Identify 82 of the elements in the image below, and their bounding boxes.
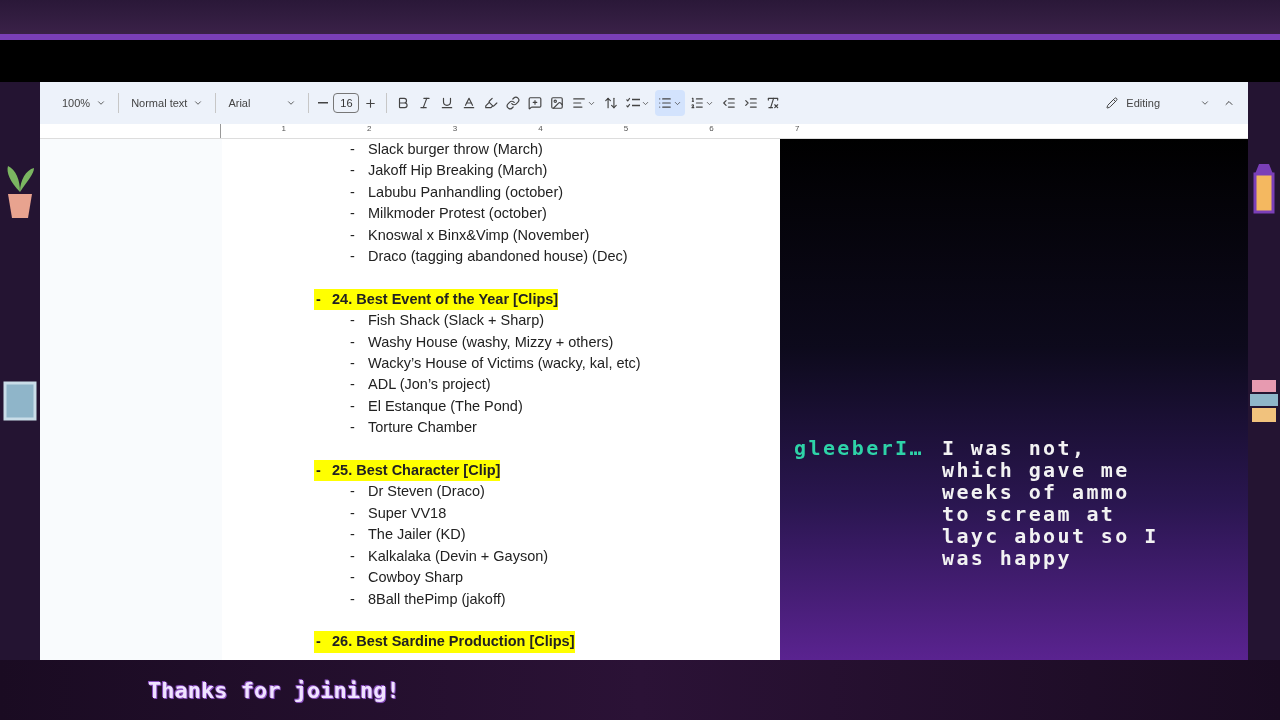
list-item: Milkmoder Protest (october)	[368, 204, 547, 224]
list-dash: -	[350, 204, 356, 224]
ruler-number: 5	[623, 124, 629, 135]
ruler-number: 3	[452, 124, 458, 135]
list-dash: -	[350, 354, 356, 374]
minus-icon	[318, 102, 329, 104]
style-dropdown[interactable]: Normal text	[125, 93, 210, 113]
link-icon	[506, 96, 521, 110]
highlight-icon	[484, 96, 499, 110]
list-dash: -	[350, 161, 356, 181]
banner-text: Thanks for joining!	[148, 677, 400, 703]
text-color-icon	[462, 96, 477, 110]
list-dash: -	[350, 482, 356, 502]
list-item: Fish Shack (Slack + Sharp)	[368, 311, 545, 331]
list-item: Slack burger throw (March)	[368, 140, 543, 159]
indent-increase-icon	[744, 96, 759, 110]
ruler-number: 1	[281, 124, 286, 135]
list-dash: -	[350, 396, 356, 416]
category-heading: 25. Best Character [Clip]	[332, 460, 501, 482]
ruler-number: 2	[367, 124, 372, 135]
bullet-list-icon	[658, 96, 673, 110]
caret-icon	[96, 98, 107, 108]
ruler-number: 7	[794, 124, 800, 135]
list-dash: -	[350, 247, 356, 267]
plus-icon	[364, 96, 378, 110]
list-item: Wacky’s House of Victims (wacky, kal, etc)	[368, 354, 641, 374]
caret-icon	[1200, 98, 1210, 108]
list-dash: -	[350, 332, 356, 352]
category-heading: 26. Best Sardine Production [Clips]	[332, 631, 575, 653]
list-dash: -	[350, 503, 356, 523]
list-item: 8Ball thePimp (jakoff)	[368, 589, 506, 609]
list-item: Super VV18	[368, 503, 447, 523]
indent-decrease-icon	[722, 96, 737, 110]
numbered-list-icon	[690, 96, 705, 110]
list-item: Labubu Panhandling (october)	[368, 182, 564, 202]
underline-icon	[440, 96, 455, 110]
ruler-number: 4	[538, 124, 543, 135]
list-item: ADL (Jon’s project)	[368, 375, 491, 395]
category-heading: 24. Best Event of the Year [Clips]	[332, 288, 559, 311]
chat-username: gleeberI…	[794, 437, 924, 462]
list-dash: -	[350, 525, 356, 545]
list-dash: -	[350, 311, 356, 331]
zoom-dropdown[interactable]: 100%	[56, 93, 113, 113]
list-dash: -	[314, 288, 332, 311]
align-icon	[572, 96, 587, 110]
list-item: Torture Chamber	[368, 418, 477, 438]
list-item: Draco (tagging abandoned house) (Dec)	[368, 247, 628, 267]
list-dash: -	[350, 568, 356, 588]
list-dash: -	[350, 182, 356, 202]
italic-icon	[418, 96, 433, 110]
picture-frame-drawing	[3, 381, 37, 421]
ruler-number: 6	[709, 124, 714, 135]
list-item: Cowboy Sharp	[368, 568, 464, 588]
font-size-field[interactable]: 16	[333, 93, 360, 113]
clear-format-icon	[766, 96, 781, 110]
line-spacing-icon	[604, 96, 619, 110]
pencil-icon	[1106, 97, 1119, 109]
list-dash: -	[350, 589, 356, 609]
list-dash: -	[314, 631, 332, 653]
list-dash: -	[314, 460, 332, 482]
font-dropdown[interactable]: Arial	[222, 93, 303, 113]
editing-mode-dropdown[interactable]: Editing	[1098, 93, 1218, 113]
bullet-list-button[interactable]	[655, 90, 686, 116]
list-dash: -	[350, 225, 356, 245]
list-item: Jakoff Hip Breaking (March)	[368, 161, 548, 181]
bold-icon	[396, 96, 411, 110]
task-list-icon	[626, 97, 641, 109]
image-icon	[550, 96, 565, 110]
comment-icon	[528, 96, 543, 110]
list-item: Kalkalaka (Devin + Gayson)	[368, 546, 549, 566]
caret-icon	[286, 98, 297, 108]
chat-message: I was not, which gave me weeks of ammo to scream at layc about so I was happy	[942, 437, 1160, 572]
caret-icon	[193, 98, 204, 108]
list-dash: -	[350, 375, 356, 395]
list-item: Knoswal x Binx&Vimp (November)	[368, 225, 590, 245]
list-dash: -	[350, 140, 356, 159]
list-item: El Estanque (The Pond)	[368, 396, 523, 416]
list-dash: -	[350, 418, 356, 438]
list-item: Washy House (washy, Mizzy + others)	[368, 332, 614, 352]
list-item: Dr Steven (Draco)	[368, 482, 485, 502]
list-item: The Jailer (KD)	[368, 525, 466, 545]
list-dash: -	[350, 546, 356, 566]
